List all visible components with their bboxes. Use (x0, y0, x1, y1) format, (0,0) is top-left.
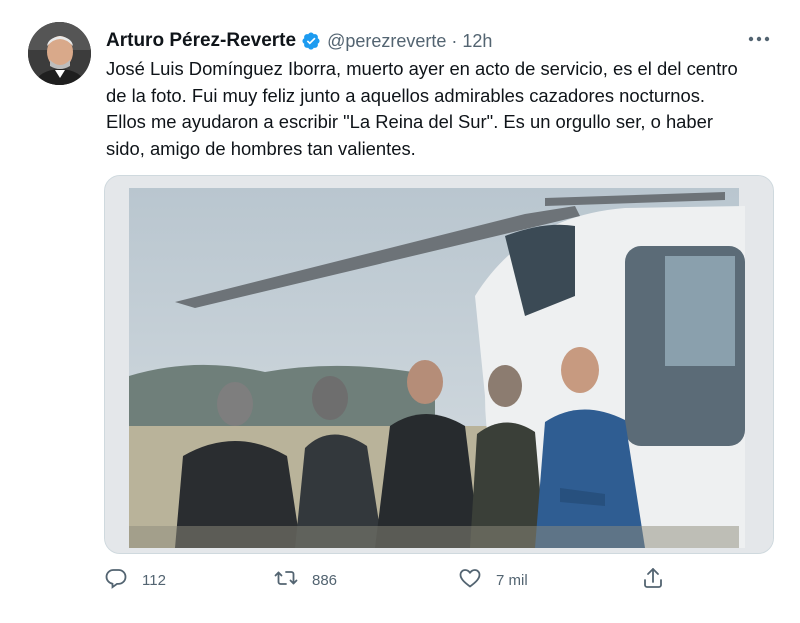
tweet-photo[interactable] (104, 175, 774, 554)
timestamp[interactable]: 12h (462, 31, 492, 52)
tweet-text-line: de la foto. Fui muy feliz junto a aquell… (106, 84, 706, 106)
author-name[interactable]: Arturo Pérez-Reverte (106, 30, 296, 52)
separator-dot: · (451, 30, 458, 51)
tweet-actions: 112 886 7 mil (104, 565, 704, 595)
tweet-text-line: sido, amigo de hombres tan valientes. (106, 137, 416, 159)
reply-count: 112 (142, 571, 166, 589)
tweet-text-line: José Luis Domínguez Iborra, muerto ayer … (106, 58, 738, 79)
like-count: 7 mil (496, 571, 528, 589)
like-icon (458, 566, 482, 595)
author-handle[interactable]: @perezreverte (327, 31, 446, 52)
avatar[interactable] (28, 22, 91, 85)
tweet: Arturo Pérez-Reverte @perezreverte · 12h… (0, 0, 800, 623)
retweet-button[interactable]: 886 (274, 565, 337, 595)
share-icon (641, 566, 665, 595)
tweet-header: Arturo Pérez-Reverte @perezreverte · 12h (106, 28, 492, 54)
reply-button[interactable]: 112 (104, 565, 166, 595)
verified-badge-icon (301, 31, 321, 51)
like-button[interactable]: 7 mil (458, 565, 528, 595)
share-button[interactable] (641, 565, 665, 595)
tweet-text: José Luis Domínguez Iborra, muerto ayer … (106, 56, 776, 162)
retweet-count: 886 (312, 571, 338, 589)
reply-icon (104, 566, 128, 595)
retweet-icon (274, 566, 298, 595)
more-icon[interactable] (745, 28, 773, 50)
tweet-text-line: Ellos me ayudaron a escribir "La Reina d… (106, 111, 713, 132)
